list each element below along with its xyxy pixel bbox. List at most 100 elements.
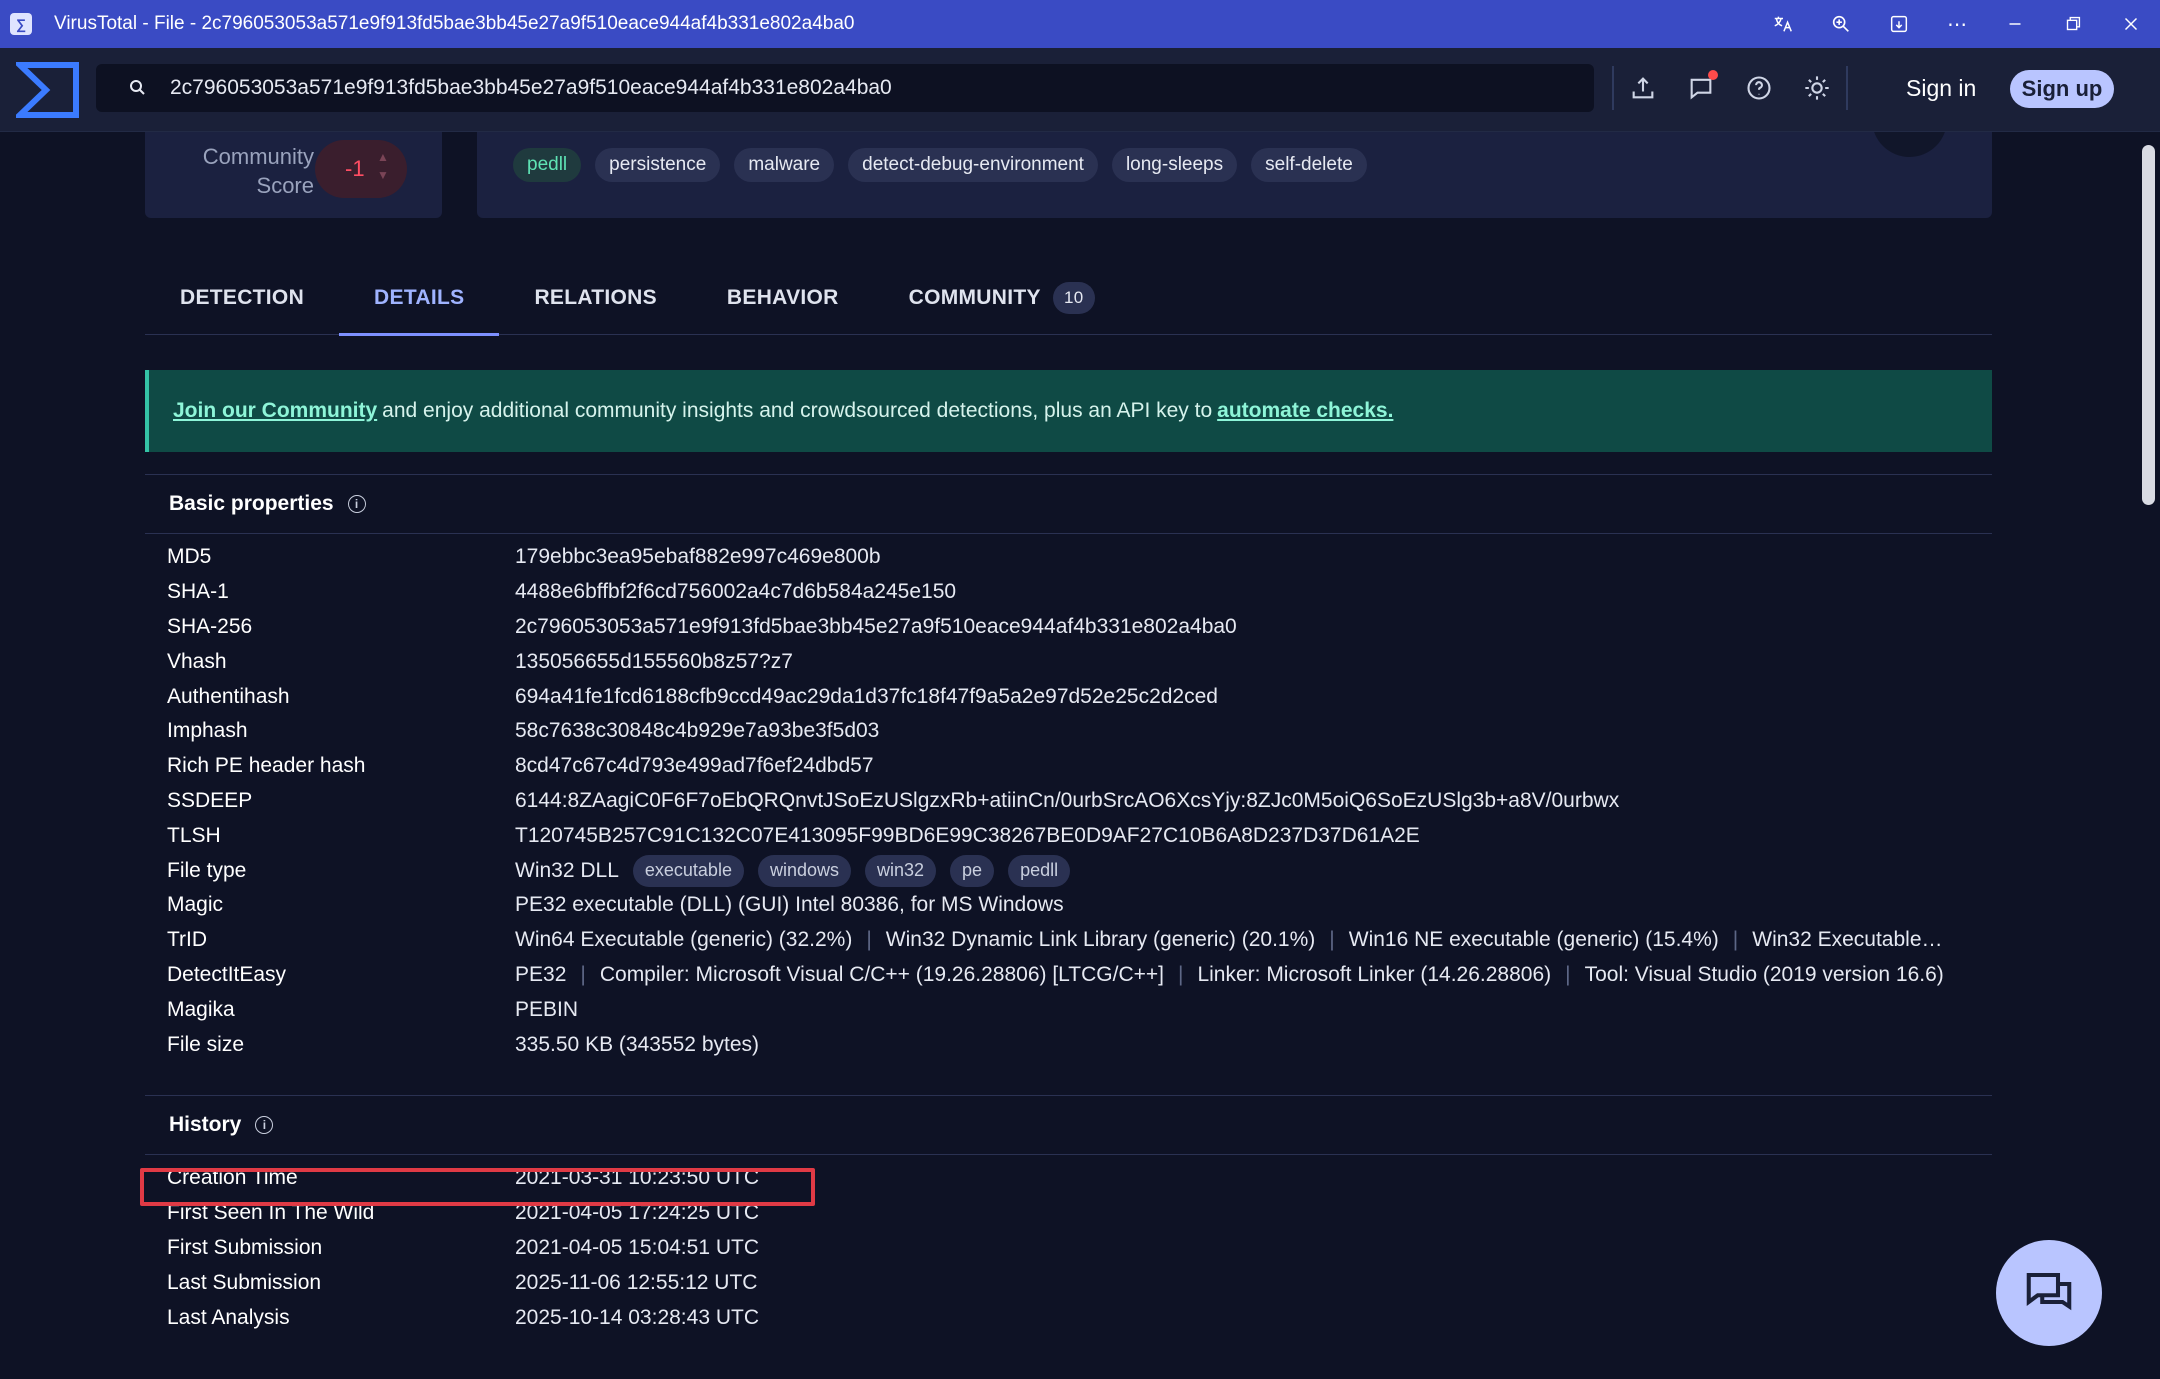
tag-malware[interactable]: malware: [734, 148, 835, 182]
property-label: SHA-256: [167, 614, 253, 638]
property-value[interactable]: 8cd47c67c4d793e499ad7f6ef24dbd57: [515, 754, 874, 778]
property-row-detectiteasy: DetectItEasy PE32 | Compiler: Microsoft Vis…: [145, 958, 1992, 993]
property-value[interactable]: 2021-04-05 15:04:51 UTC: [515, 1236, 759, 1260]
property-label: Last Submission: [167, 1270, 322, 1294]
property-item[interactable]: Win16 NE executable (generic) (15.4%): [1349, 928, 1719, 952]
property-row-file-size: File size 335.50 KB (343552 bytes): [145, 1027, 1992, 1062]
property-value: Win64 Executable (generic) (32.2%) | Win32…: [515, 928, 1943, 952]
tab-relations[interactable]: RELATIONS: [499, 260, 691, 335]
basic-properties-title: Basic properties: [169, 492, 334, 515]
property-value[interactable]: 694a41fe1fcd6188cfb9ccd49ac29da1d37fc18f…: [515, 685, 1218, 709]
sign-up-button[interactable]: Sign up: [2010, 70, 2114, 108]
sign-in-link[interactable]: Sign in: [1892, 68, 1990, 108]
property-label: DetectItEasy: [167, 962, 287, 986]
property-value[interactable]: 335.50 KB (343552 bytes): [515, 1033, 759, 1057]
more-options-icon[interactable]: ⋯: [1928, 0, 1986, 48]
property-value[interactable]: T120745B257C91C132C07E413095F99BD6E99C38…: [515, 824, 1420, 848]
tag-persistence[interactable]: persistence: [595, 148, 721, 182]
tab-detection[interactable]: DETECTION: [145, 260, 339, 335]
property-row-tlsh: TLSH T120745B257C91C132C07E413095F99BD6E9…: [145, 818, 1992, 853]
info-icon[interactable]: i: [347, 495, 366, 513]
tab-label: BEHAVIOR: [726, 285, 839, 309]
property-row-vhash: Vhash 135056655d155560b8z57?z7: [145, 644, 1992, 679]
property-value[interactable]: 58c7638c30848c4b929e7a93be3f5d03: [515, 719, 879, 743]
vote-arrows-icon[interactable]: ▲ ▼: [375, 148, 391, 188]
join-community-link[interactable]: Join our Community: [173, 399, 377, 423]
tag-detect-debug-environment[interactable]: detect-debug-environment: [848, 148, 1098, 182]
tab-behavior[interactable]: BEHAVIOR: [692, 260, 874, 335]
detection-ring-icon: [1872, 132, 1947, 157]
restore-icon[interactable]: [2044, 0, 2102, 48]
basic-properties-section: Basic properties i MD5 179ebbc3ea95ebaf88…: [145, 474, 1992, 1062]
property-value[interactable]: 6144:8ZAagiC0F6F7oEbQRQnvtJSoEzUSlgzxRb+…: [515, 789, 1619, 813]
translate-icon[interactable]: [1754, 0, 1812, 48]
property-label: Authentihash: [167, 684, 290, 708]
property-item[interactable]: Linker: Microsoft Linker (14.26.28806): [1197, 963, 1551, 987]
basic-properties-rows: MD5 179ebbc3ea95ebaf882e997c469e800b SHA-1…: [145, 534, 1992, 1062]
search-bar[interactable]: [96, 64, 1594, 112]
upload-icon[interactable]: [1614, 64, 1672, 112]
property-value[interactable]: 2c796053053a571e9f913fd5bae3bb45e27a9f51…: [515, 615, 1237, 639]
zoom-icon[interactable]: [1812, 0, 1870, 48]
file-type-pill[interactable]: pedll: [1008, 854, 1071, 887]
property-label: Magic: [167, 893, 224, 917]
theme-toggle-icon[interactable]: [1788, 64, 1846, 112]
property-item[interactable]: PE32: [515, 963, 566, 987]
community-score-card: Community Score -1 ▲ ▼: [145, 132, 442, 218]
app-install-icon[interactable]: [1870, 0, 1928, 48]
automate-checks-link[interactable]: automate checks.: [1217, 399, 1393, 423]
property-row-trid: TrID Win64 Executable (generic) (32.2%) | W…: [145, 923, 1992, 958]
main-content: Community Score -1 ▲ ▼ pedll persistence ma…: [0, 132, 2138, 1379]
property-value[interactable]: 135056655d155560b8z57?z7: [515, 650, 793, 674]
property-value[interactable]: 2025-10-14 03:28:43 UTC: [515, 1306, 759, 1330]
history-row-first-submission: First Submission 2021-04-05 15:04:51 UTC: [145, 1231, 1992, 1266]
history-row-last-submission: Last Submission 2025-11-06 12:55:12 UTC: [145, 1265, 1992, 1300]
property-label: Imphash: [167, 719, 248, 743]
report-tabs: DETECTION DETAILS RELATIONS BEHAVIOR COMMUNI…: [145, 260, 1992, 336]
property-label: TrID: [167, 928, 208, 952]
property-row-ssdeep: SSDEEP 6144:8ZAagiC0F6F7oEbQRQnvtJSoEzUSl…: [145, 784, 1992, 819]
property-item[interactable]: Tool: Visual Studio (2019 version 16.6): [1585, 963, 1944, 987]
chat-button[interactable]: [1996, 1240, 2102, 1346]
property-item[interactable]: Win64 Executable (generic) (32.2%): [515, 928, 852, 952]
search-input[interactable]: [170, 68, 1550, 108]
help-icon[interactable]: [1730, 64, 1788, 112]
tag-pedll[interactable]: pedll: [513, 148, 582, 182]
file-type-pill[interactable]: win32: [865, 854, 937, 887]
close-icon[interactable]: [2102, 0, 2160, 48]
property-row-md5: MD5 179ebbc3ea95ebaf882e997c469e800b: [145, 540, 1992, 575]
property-label: Rich PE header hash: [167, 754, 366, 778]
property-row-magika: Magika PEBIN: [145, 992, 1992, 1027]
file-type-pill[interactable]: windows: [757, 854, 851, 887]
property-value[interactable]: 2025-11-06 12:55:12 UTC: [515, 1271, 757, 1295]
property-value: PE32 | Compiler: Microsoft Visual C/C++ (1…: [515, 963, 1944, 987]
info-icon[interactable]: i: [255, 1116, 274, 1134]
scrollbar-thumb[interactable]: [2142, 145, 2155, 505]
file-type-pill[interactable]: executable: [632, 854, 744, 887]
property-label: TLSH: [167, 823, 221, 847]
property-item[interactable]: Win32 Executable…: [1752, 928, 1942, 952]
divider: [1846, 66, 1848, 110]
tag-long-sleeps[interactable]: long-sleeps: [1111, 148, 1238, 182]
tag-self-delete[interactable]: self-delete: [1251, 148, 1367, 182]
virustotal-logo[interactable]: [16, 61, 80, 119]
tab-details[interactable]: DETAILS: [339, 260, 500, 336]
property-item[interactable]: Win32 Dynamic Link Library (generic) (20…: [886, 928, 1316, 952]
property-value[interactable]: 179ebbc3ea95ebaf882e997c469e800b: [515, 545, 881, 569]
property-label: SHA-1: [167, 580, 229, 604]
property-value[interactable]: 4488e6bffbf2f6cd756002a4c7d6b584a245e150: [515, 580, 956, 604]
property-value: Win32 DLL executable windows win32 pe pedll: [515, 854, 1071, 887]
property-row-authentihash: Authentihash 694a41fe1fcd6188cfb9ccd49ac2…: [145, 679, 1992, 714]
minimize-icon[interactable]: [1986, 0, 2044, 48]
notifications-icon[interactable]: [1672, 64, 1730, 112]
separator: |: [1565, 962, 1571, 986]
property-item[interactable]: Compiler: Microsoft Visual C/C++ (19.26.…: [600, 963, 1164, 987]
tab-community[interactable]: COMMUNITY 10: [874, 260, 1130, 335]
property-label: MD5: [167, 545, 212, 569]
property-value[interactable]: PE32 executable (DLL) (GUI) Intel 80386,…: [515, 893, 1064, 917]
file-type-pill[interactable]: pe: [950, 854, 995, 887]
separator: |: [580, 962, 586, 986]
highlight-annotation: [140, 1168, 815, 1206]
property-value[interactable]: PEBIN: [515, 998, 578, 1022]
file-type-value[interactable]: Win32 DLL: [515, 859, 619, 883]
